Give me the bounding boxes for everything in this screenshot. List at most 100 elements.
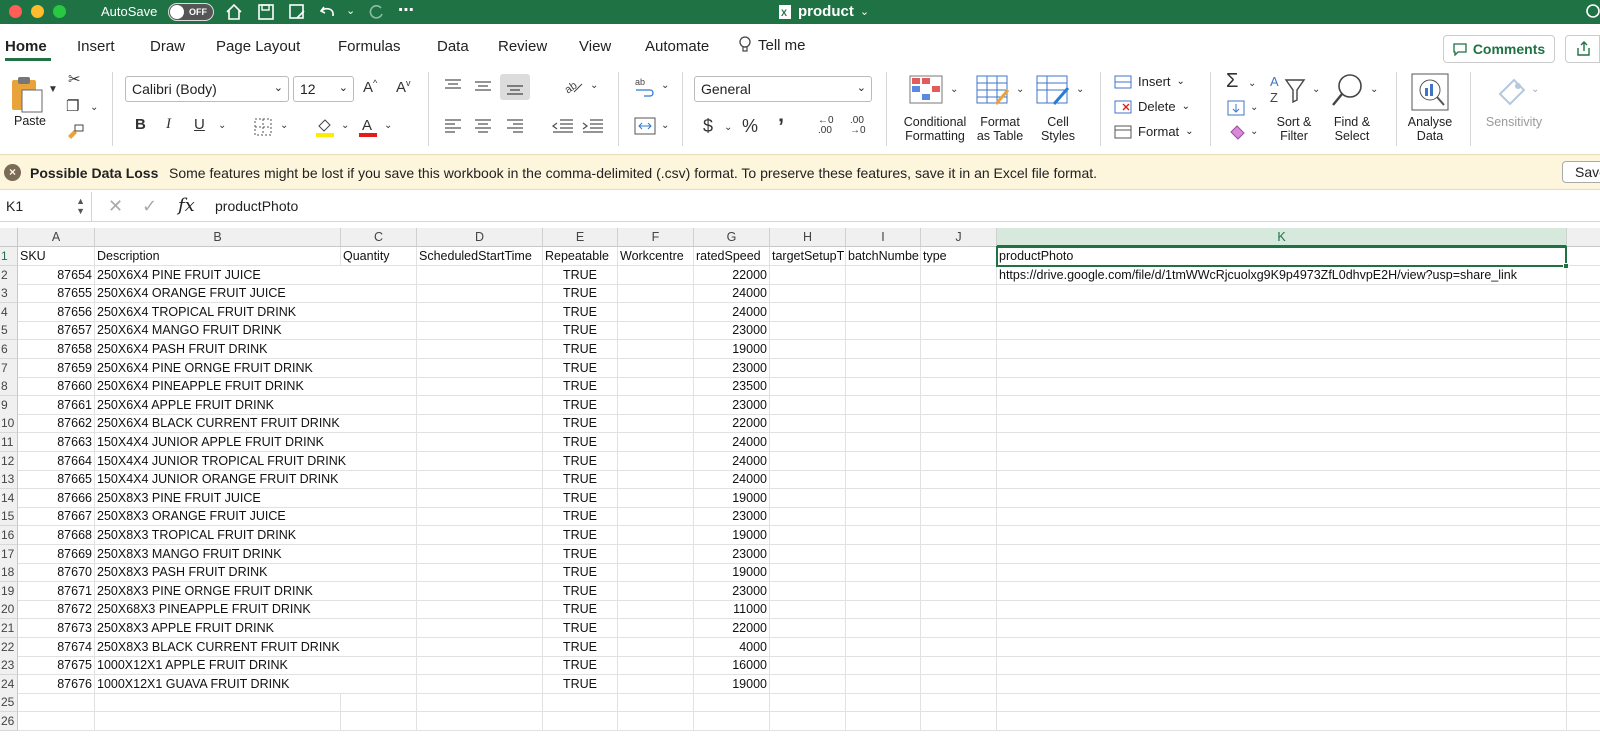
undo-icon[interactable] [318, 2, 338, 22]
tab-page-layout[interactable]: Page Layout [216, 38, 300, 55]
header-cell[interactable]: targetSetupT [770, 247, 846, 266]
comma-style-icon[interactable]: ’ [778, 114, 784, 140]
header-cell[interactable]: Workcentre [618, 247, 694, 266]
merge-center-icon[interactable] [634, 116, 656, 136]
cell[interactable] [921, 377, 997, 397]
cell[interactable] [1567, 321, 1600, 341]
sku-cell[interactable]: 87664 [18, 451, 95, 471]
copy-dropdown-icon[interactable]: ⌄ [90, 102, 98, 113]
sku-cell[interactable]: 87666 [18, 488, 95, 508]
cell[interactable] [770, 693, 846, 713]
row-header[interactable]: 12 [0, 451, 18, 471]
rated-speed-cell[interactable]: 11000 [694, 600, 770, 620]
repeatable-cell[interactable]: TRUE [543, 265, 618, 285]
description-cell[interactable]: 250X8X3 TROPICAL FRUIT DRINK [95, 526, 341, 545]
rated-speed-cell[interactable]: 22000 [694, 619, 770, 638]
cancel-entry-icon[interactable]: ✕ [108, 196, 123, 217]
rated-speed-cell[interactable]: 22000 [694, 414, 770, 434]
row-header[interactable]: 25 [0, 693, 18, 713]
redo-icon[interactable] [366, 2, 386, 22]
cell[interactable] [770, 563, 846, 583]
paste-dropdown-icon[interactable]: ▼ [48, 84, 58, 95]
autosave-toggle[interactable]: OFF [168, 3, 214, 21]
rated-speed-cell[interactable]: 4000 [694, 637, 770, 657]
autosum-dropdown-icon[interactable]: ⌄ [1248, 78, 1256, 89]
cell[interactable] [618, 712, 694, 731]
copy-icon[interactable]: ❐ [66, 97, 79, 115]
clear-dropdown-icon[interactable]: ⌄ [1250, 126, 1258, 137]
conditional-formatting-dropdown-icon[interactable]: ⌄ [950, 84, 958, 95]
cell[interactable] [341, 302, 417, 322]
row-header[interactable]: 2 [0, 265, 18, 285]
save-as-button[interactable]: Save [1562, 161, 1600, 183]
select-all-corner[interactable] [0, 228, 18, 247]
cell[interactable] [417, 470, 543, 490]
cell[interactable] [341, 693, 417, 713]
row-header[interactable]: 24 [0, 674, 18, 694]
cell[interactable] [1567, 656, 1600, 676]
close-window-button[interactable] [9, 5, 22, 18]
cell[interactable] [341, 284, 417, 304]
cell[interactable] [1567, 470, 1600, 490]
rated-speed-cell[interactable]: 24000 [694, 451, 770, 471]
sensitivity-icon[interactable] [1496, 74, 1530, 108]
align-center-icon[interactable] [474, 118, 492, 134]
cell[interactable] [1567, 582, 1600, 601]
cell[interactable] [921, 284, 997, 304]
fill-handle[interactable] [1563, 262, 1569, 269]
cell[interactable] [417, 674, 543, 694]
cell[interactable] [770, 340, 846, 359]
cell[interactable] [770, 526, 846, 545]
underline-dropdown-icon[interactable]: ⌄ [218, 120, 226, 131]
rated-speed-cell[interactable]: 23000 [694, 321, 770, 341]
cell[interactable] [921, 395, 997, 415]
cell[interactable] [618, 358, 694, 378]
italic-icon[interactable]: I [166, 116, 171, 133]
repeatable-cell[interactable]: TRUE [543, 544, 618, 564]
tell-me-search[interactable]: Tell me [738, 36, 806, 54]
cell[interactable] [1567, 638, 1600, 657]
sku-cell[interactable]: 87669 [18, 544, 95, 564]
cell[interactable] [921, 637, 997, 657]
tab-automate[interactable]: Automate [645, 38, 709, 55]
cell[interactable] [921, 265, 997, 285]
rated-speed-cell[interactable]: 23000 [694, 507, 770, 527]
cell[interactable] [921, 488, 997, 508]
sku-cell[interactable]: 87670 [18, 563, 95, 583]
cell-styles-dropdown-icon[interactable]: ⌄ [1076, 84, 1084, 95]
description-cell[interactable]: 150X4X4 JUNIOR TROPICAL FRUIT DRINK [95, 452, 346, 471]
cell[interactable] [846, 451, 921, 471]
rated-speed-cell[interactable]: 16000 [694, 656, 770, 676]
description-cell[interactable]: 250X6X4 PINEAPPLE FRUIT DRINK [95, 377, 341, 397]
cell[interactable] [846, 302, 921, 322]
cell[interactable] [543, 712, 618, 731]
sku-cell[interactable]: 87655 [18, 284, 95, 304]
rated-speed-cell[interactable]: 24000 [694, 433, 770, 452]
sku-cell[interactable]: 87657 [18, 321, 95, 341]
orientation-icon[interactable]: ab [562, 76, 584, 96]
cell[interactable] [1567, 675, 1600, 694]
column-header-b[interactable]: B [95, 228, 341, 247]
sku-cell[interactable]: 87674 [18, 637, 95, 657]
repeatable-cell[interactable]: TRUE [543, 637, 618, 657]
rated-speed-cell[interactable]: 23000 [694, 358, 770, 378]
description-cell[interactable]: 1000X12X1 APPLE FRUIT DRINK [95, 656, 341, 676]
format-as-table-dropdown-icon[interactable]: ⌄ [1016, 84, 1024, 95]
cell[interactable] [341, 470, 417, 490]
product-photo-link-cell[interactable]: https://drive.google.com/file/d/1tmWWcRj… [997, 265, 1567, 285]
cell[interactable] [1567, 545, 1600, 564]
cell[interactable] [846, 563, 921, 583]
cell[interactable] [618, 451, 694, 471]
row-header[interactable]: 21 [0, 619, 18, 638]
repeatable-cell[interactable]: TRUE [543, 470, 618, 490]
cell[interactable] [997, 674, 1567, 694]
document-title[interactable]: X product ⌄ [778, 3, 869, 20]
cell[interactable] [417, 414, 543, 434]
paste-icon[interactable] [10, 74, 44, 114]
cell[interactable] [846, 693, 921, 713]
cell[interactable] [618, 656, 694, 676]
cell[interactable] [1567, 693, 1600, 713]
cell[interactable] [770, 470, 846, 490]
cell[interactable] [341, 600, 417, 620]
cell[interactable] [341, 712, 417, 731]
